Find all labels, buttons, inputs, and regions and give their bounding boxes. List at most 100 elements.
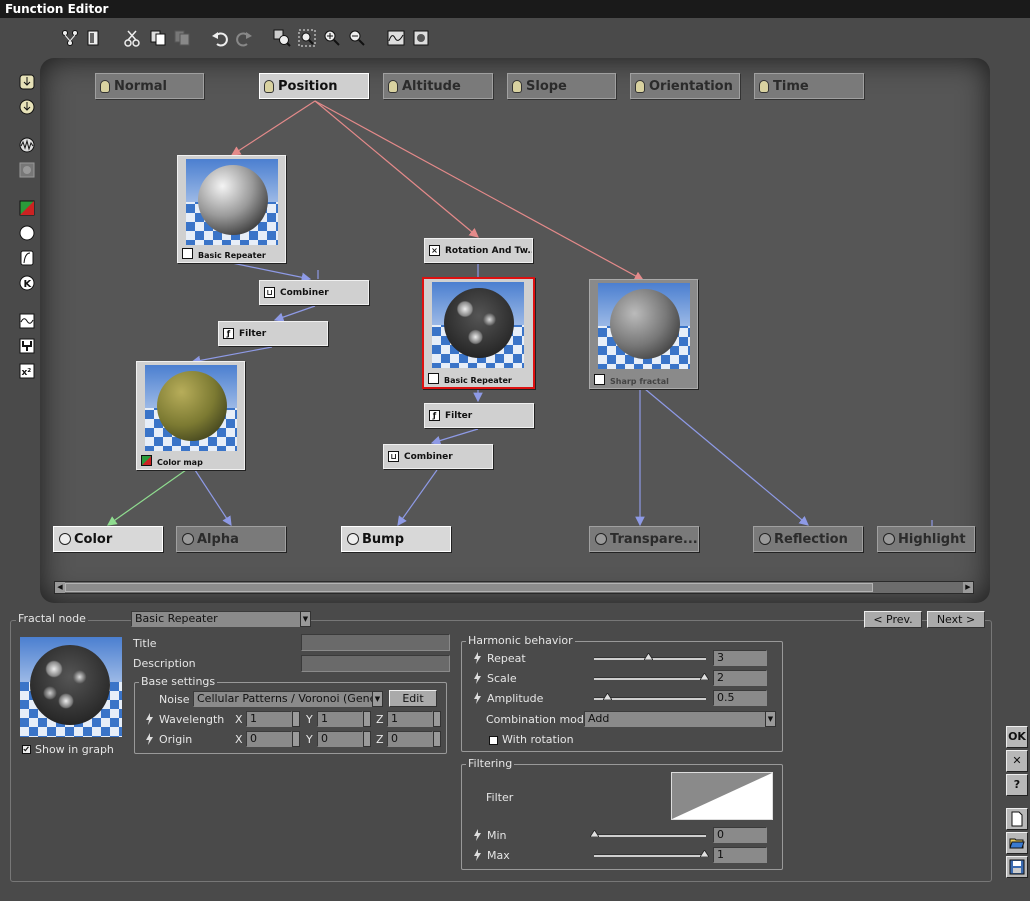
max-slider[interactable] (594, 854, 706, 857)
min-input[interactable]: 0 (713, 827, 767, 843)
wavelength-y-input[interactable]: 1 (317, 711, 363, 727)
scroll-left-icon[interactable]: ◀ (55, 582, 65, 593)
chevron-down-icon[interactable]: ▼ (300, 611, 311, 627)
noise-edit-button[interactable]: Edit (389, 690, 437, 707)
slider-knob[interactable] (590, 830, 599, 837)
scale-input[interactable]: 2 (713, 670, 767, 686)
undo-icon[interactable] (210, 28, 230, 48)
zoom-selection-icon[interactable] (297, 28, 317, 48)
zoom-in-icon[interactable] (322, 28, 342, 48)
cancel-button[interactable]: ✕ (1006, 750, 1028, 772)
node-basic-repeater-1[interactable]: Basic Repeater (177, 155, 286, 263)
node-combiner-1[interactable]: ⊔ Combiner (259, 280, 369, 305)
constant-k-icon[interactable]: K (18, 274, 36, 292)
graph-layout-icon[interactable] (60, 28, 80, 48)
chevron-down-icon[interactable]: ▼ (765, 711, 776, 727)
slider-knob[interactable] (603, 693, 613, 700)
scroll-thumb[interactable] (65, 583, 873, 592)
node-filter-1[interactable]: ƒ Filter (218, 321, 328, 346)
output-node-alpha[interactable]: Alpha (176, 526, 286, 552)
clipboard-icon[interactable] (84, 28, 104, 48)
export-icon[interactable] (411, 28, 431, 48)
node-type-select[interactable]: Basic Repeater (131, 611, 311, 627)
filter-curve-preview[interactable] (671, 772, 773, 820)
origin-z-input[interactable]: 0 (387, 731, 433, 747)
input-node-time[interactable]: Time (754, 73, 864, 99)
scale-slider[interactable] (594, 677, 706, 680)
next-button[interactable]: Next > (927, 611, 985, 628)
lightning-icon[interactable] (145, 733, 154, 745)
help-button[interactable]: ? (1006, 774, 1028, 796)
with-rotation-checkbox[interactable] (489, 736, 498, 745)
input-node-icon[interactable] (18, 73, 36, 91)
ok-button[interactable]: OK (1006, 726, 1028, 748)
origin-y-stepper[interactable] (363, 731, 371, 747)
filter-node-icon[interactable] (18, 249, 36, 267)
output-node-highlight[interactable]: Highlight (877, 526, 975, 552)
input-node-position[interactable]: Position (259, 73, 369, 99)
wavelength-x-input[interactable]: 1 (246, 711, 292, 727)
input-node-altitude[interactable]: Altitude (383, 73, 493, 99)
slider-knob[interactable] (643, 653, 653, 660)
output-node-icon[interactable] (18, 98, 36, 116)
lightning-icon[interactable] (145, 713, 154, 725)
output-node-reflection[interactable]: Reflection (753, 526, 863, 552)
chevron-down-icon[interactable]: ▼ (372, 691, 383, 707)
lightning-icon[interactable] (473, 849, 482, 861)
lightning-icon[interactable] (473, 829, 482, 841)
description-input[interactable] (301, 655, 450, 672)
origin-y-input[interactable]: 0 (317, 731, 363, 747)
wavelength-y-stepper[interactable] (363, 711, 371, 727)
slider-knob[interactable] (699, 850, 709, 857)
show-in-graph-checkbox[interactable] (22, 745, 31, 754)
curve-view-icon[interactable] (386, 28, 406, 48)
math-node-icon[interactable]: x² (18, 362, 36, 380)
output-node-transparency[interactable]: Transpare... (589, 526, 699, 552)
color-node-icon[interactable] (18, 199, 36, 217)
open-folder-icon[interactable] (1006, 832, 1028, 854)
input-node-orientation[interactable]: Orientation (630, 73, 740, 99)
paste-icon[interactable] (172, 28, 192, 48)
max-input[interactable]: 1 (713, 847, 767, 863)
output-node-bump[interactable]: Bump (341, 526, 451, 552)
noise-select[interactable]: Cellular Patterns / Voronoi (Generaliz (193, 691, 383, 707)
node-basic-repeater-2[interactable]: Basic Repeater (422, 277, 535, 389)
noise-node-icon[interactable] (18, 136, 36, 154)
amplitude-input[interactable]: 0.5 (713, 690, 767, 706)
zoom-fit-icon[interactable] (272, 28, 292, 48)
slider-knob[interactable] (699, 673, 709, 680)
redo-icon[interactable] (234, 28, 254, 48)
combiner-node-icon[interactable] (18, 337, 36, 355)
wavelength-z-stepper[interactable] (433, 711, 441, 727)
output-node-color[interactable]: Color (53, 526, 163, 552)
prev-button[interactable]: < Prev. (864, 611, 922, 628)
new-document-icon[interactable] (1006, 808, 1028, 830)
graph-scrollbar[interactable]: ◀ ▶ (54, 581, 974, 594)
cut-icon[interactable] (122, 28, 142, 48)
origin-x-stepper[interactable] (292, 731, 300, 747)
node-rotation[interactable]: × Rotation And Tw... (424, 238, 533, 263)
input-node-slope[interactable]: Slope (507, 73, 616, 99)
fractal-node-icon[interactable] (18, 161, 36, 179)
title-input[interactable] (301, 634, 450, 651)
lightning-icon[interactable] (473, 652, 482, 664)
save-icon[interactable] (1006, 856, 1028, 878)
scroll-right-icon[interactable]: ▶ (963, 582, 973, 593)
wavelength-x-stepper[interactable] (292, 711, 300, 727)
node-sharp-fractal[interactable]: Sharp fractal (589, 279, 698, 389)
wave-node-icon[interactable] (18, 312, 36, 330)
combination-mode-select[interactable]: Add (584, 711, 776, 727)
wavelength-z-input[interactable]: 1 (387, 711, 433, 727)
repeat-input[interactable]: 3 (713, 650, 767, 666)
lightning-icon[interactable] (473, 672, 482, 684)
zoom-out-icon[interactable] (347, 28, 367, 48)
node-filter-2[interactable]: ƒ Filter (424, 403, 534, 428)
origin-z-stepper[interactable] (433, 731, 441, 747)
origin-x-input[interactable]: 0 (246, 731, 292, 747)
copy-icon[interactable] (148, 28, 168, 48)
node-color-map[interactable]: Color map (136, 361, 245, 470)
input-node-normal[interactable]: Normal (95, 73, 204, 99)
node-combiner-2[interactable]: ⊔ Combiner (383, 444, 493, 469)
constant-node-icon[interactable] (18, 224, 36, 242)
lightning-icon[interactable] (473, 692, 482, 704)
